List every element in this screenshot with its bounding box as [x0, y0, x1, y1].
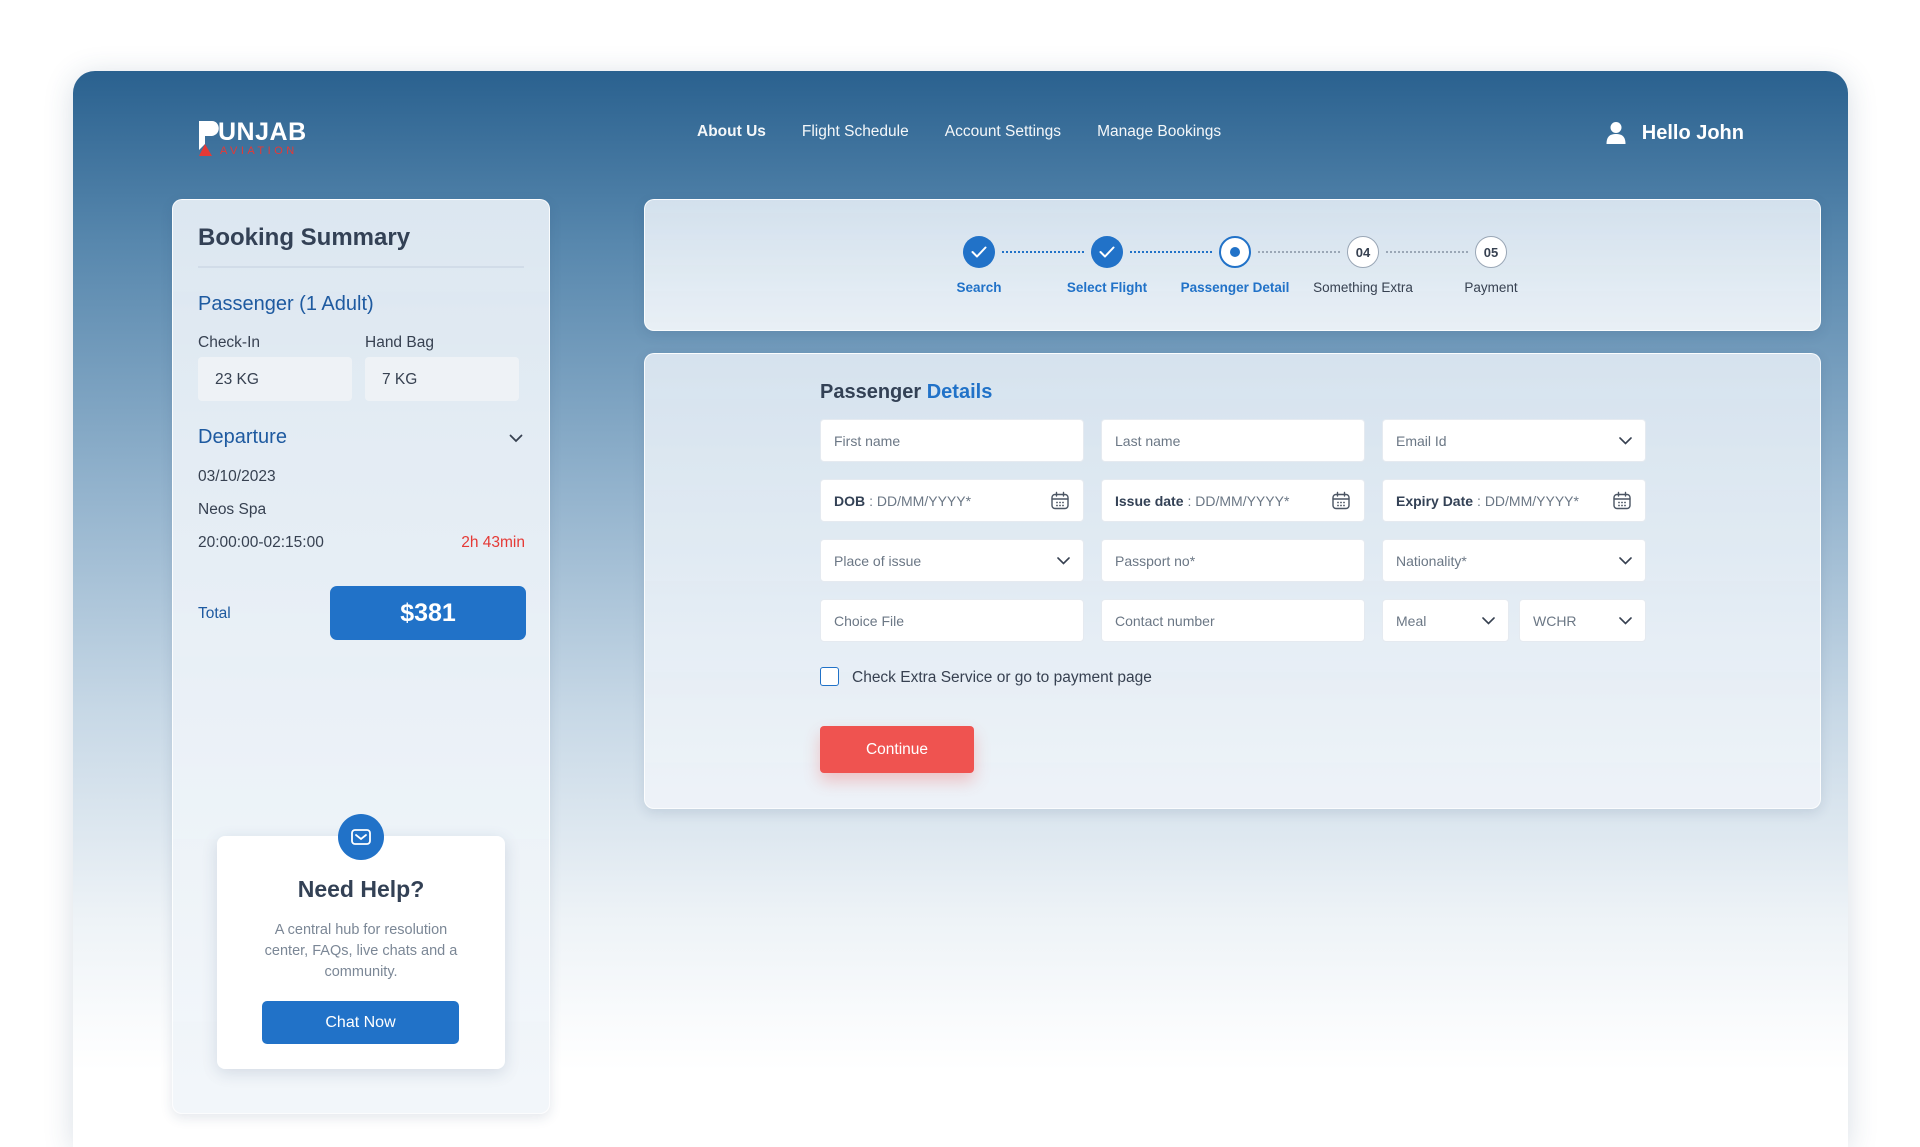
step-label-select-flight: Select Flight [1066, 280, 1148, 295]
main-nav: About Us Flight Schedule Account Setting… [697, 123, 1221, 141]
dob-placeholder: : DD/MM/YYYY* [869, 492, 972, 509]
brand-word: UNJAB [218, 118, 307, 146]
chat-now-button[interactable]: Chat Now [262, 1001, 459, 1044]
summary-title: Booking Summary [198, 224, 411, 251]
issue-date-input[interactable]: Issue date : DD/MM/YYYY* [1101, 479, 1365, 522]
extra-service-label: Check Extra Service or go to payment pag… [852, 669, 1152, 686]
help-card: Need Help? A central hub for resolution … [217, 814, 505, 1069]
step-search[interactable] [963, 236, 995, 268]
place-of-issue-select[interactable]: Place of issue [820, 539, 1084, 582]
summary-divider [198, 266, 524, 268]
step-passenger-detail[interactable] [1219, 236, 1251, 268]
total-price-button[interactable]: $381 [330, 586, 526, 640]
choice-file-input[interactable]: Choice File [820, 599, 1084, 642]
user-menu[interactable]: Hello John [1606, 121, 1744, 145]
nav-flight-schedule[interactable]: Flight Schedule [802, 123, 909, 141]
chevron-down-icon [1619, 436, 1632, 445]
email-placeholder: Email Id [1396, 432, 1447, 449]
nav-about-us[interactable]: About Us [697, 123, 766, 141]
booking-summary-panel: Booking Summary Passenger (1 Adult) Chec… [172, 199, 550, 1114]
last-name-placeholder: Last name [1115, 432, 1181, 449]
chevron-down-icon [1057, 556, 1070, 565]
step-something-extra[interactable]: 04 [1347, 236, 1379, 268]
step-label-payment: Payment [1464, 280, 1518, 295]
app-frame: UNJAB AVIATION About Us Flight Schedule … [73, 71, 1848, 1147]
chevron-down-icon [1619, 556, 1632, 565]
email-select[interactable]: Email Id [1382, 419, 1646, 462]
expiry-date-placeholder: : DD/MM/YYYY* [1477, 492, 1579, 509]
expiry-date-label: Expiry Date [1396, 492, 1474, 509]
nav-account-settings[interactable]: Account Settings [945, 123, 1061, 141]
issue-date-label: Issue date [1115, 492, 1184, 509]
brand-logo[interactable]: UNJAB AVIATION [196, 116, 312, 158]
step-label-search: Search [956, 280, 1002, 295]
passenger-count: Passenger (1 Adult) [198, 293, 374, 315]
flight-duration: 2h 43min [461, 534, 525, 551]
user-greeting: Hello John [1641, 121, 1744, 144]
dob-input[interactable]: DOB : DD/MM/YYYY* [820, 479, 1084, 522]
issue-date-placeholder: : DD/MM/YYYY* [1187, 492, 1290, 509]
meal-select[interactable]: Meal [1382, 599, 1509, 642]
wchr-placeholder: WCHR [1533, 612, 1577, 629]
check-icon [971, 246, 987, 258]
checkin-label: Check-In [198, 334, 261, 351]
last-name-input[interactable]: Last name [1101, 419, 1365, 462]
first-name-input[interactable]: First name [820, 419, 1084, 462]
step-label-something-extra: Something Extra [1313, 280, 1413, 295]
booking-stepper: 04 05 Search Select Flight Passenger Det… [644, 199, 1821, 331]
nationality-placeholder: Nationality* [1396, 552, 1467, 569]
step-payment[interactable]: 05 [1475, 236, 1507, 268]
expiry-date-input[interactable]: Expiry Date : DD/MM/YYYY* [1382, 479, 1646, 522]
step-connector [1130, 251, 1212, 253]
check-icon [1099, 246, 1115, 258]
departure-date: 03/10/2023 [198, 468, 276, 485]
calendar-icon[interactable] [1050, 491, 1070, 511]
brand-sub: AVIATION [220, 145, 298, 157]
step-connector [1386, 251, 1468, 253]
step-label-passenger-detail: Passenger Detail [1180, 280, 1290, 295]
place-of-issue-placeholder: Place of issue [834, 552, 922, 569]
step-connector [1002, 251, 1084, 253]
extra-service-checkbox[interactable] [820, 667, 839, 686]
form-title-plain: Passenger [820, 381, 922, 403]
departure-title: Departure [198, 426, 287, 448]
continue-button[interactable]: Continue [820, 726, 974, 773]
user-icon [1606, 122, 1626, 144]
passport-placeholder: Passport no* [1115, 552, 1196, 569]
mail-icon [338, 814, 384, 860]
step-select-flight[interactable] [1091, 236, 1123, 268]
help-title: Need Help? [297, 876, 425, 902]
handbag-value: 7 KG [365, 357, 519, 401]
first-name-placeholder: First name [834, 432, 901, 449]
help-text: A central hub for resolution center, FAQ… [264, 922, 458, 980]
calendar-icon[interactable] [1612, 491, 1632, 511]
handbag-label: Hand Bag [365, 334, 434, 351]
choice-file-placeholder: Choice File [834, 612, 905, 629]
total-label: Total [198, 605, 231, 622]
calendar-icon[interactable] [1331, 491, 1351, 511]
wchr-select[interactable]: WCHR [1519, 599, 1646, 642]
form-title: Passenger Details [820, 381, 992, 404]
step-connector [1258, 251, 1340, 253]
nationality-select[interactable]: Nationality* [1382, 539, 1646, 582]
meal-placeholder: Meal [1396, 612, 1427, 629]
chevron-down-icon[interactable] [509, 434, 523, 443]
passenger-details-form: Passenger Details First name Last name E… [644, 353, 1821, 809]
passport-input[interactable]: Passport no* [1101, 539, 1365, 582]
departure-carrier: Neos Spa [198, 501, 267, 518]
contact-number-placeholder: Contact number [1115, 612, 1215, 629]
checkin-value: 23 KG [198, 357, 352, 401]
nav-manage-bookings[interactable]: Manage Bookings [1097, 123, 1221, 141]
departure-time: 20:00:00-02:15:00 [198, 534, 324, 551]
chevron-down-icon [1482, 616, 1495, 625]
dob-label: DOB [834, 492, 866, 509]
form-title-accent: Details [926, 381, 993, 403]
contact-number-input[interactable]: Contact number [1101, 599, 1365, 642]
chevron-down-icon [1619, 616, 1632, 625]
